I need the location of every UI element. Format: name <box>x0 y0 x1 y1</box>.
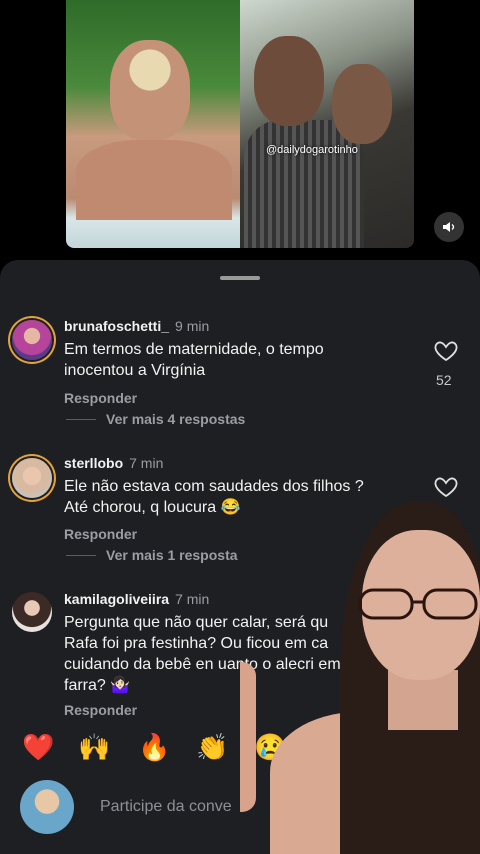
heart-icon[interactable] <box>434 340 458 362</box>
reaction-heart[interactable]: ❤️ <box>22 730 54 764</box>
creator-camera-overlay <box>240 492 480 854</box>
reply-button[interactable]: Responder <box>64 390 137 406</box>
glasses-shape <box>358 588 478 620</box>
comment-username[interactable]: bruna​foschetti_ 9 min <box>64 318 209 334</box>
reaction-fire[interactable]: 🔥 <box>138 730 170 764</box>
comment-input[interactable]: Participe da conve <box>100 798 232 816</box>
video-frame-right <box>240 0 414 248</box>
comment-username[interactable]: kamilagoliveiira 7 min <box>64 591 209 607</box>
reply-button[interactable]: Responder <box>64 702 137 718</box>
reply-button[interactable]: Responder <box>64 526 137 542</box>
comment-text: Em termos de maternidade, o tempo inocen… <box>64 341 324 379</box>
sheet-grabber[interactable] <box>220 276 260 280</box>
reaction-raised-hands[interactable]: 🙌 <box>78 730 110 764</box>
sound-toggle-button[interactable] <box>434 212 464 242</box>
commenter-avatar[interactable] <box>12 320 52 360</box>
view-replies-button[interactable]: Ver mais 4 respostas <box>65 411 245 427</box>
comment-username[interactable]: sterllobo 7 min <box>64 455 163 471</box>
commenter-avatar[interactable] <box>12 592 52 632</box>
commenter-avatar[interactable] <box>12 458 52 498</box>
reaction-clap[interactable]: 👏 <box>196 730 228 764</box>
video-watermark: @dailydogarotinho <box>266 144 358 156</box>
video-player[interactable]: @dailydogarotinho <box>0 0 480 260</box>
view-replies-button[interactable]: Ver mais 1 resposta <box>66 547 238 563</box>
like-count: 52 <box>436 372 452 388</box>
video-frame-left <box>66 0 240 248</box>
current-user-avatar <box>20 780 74 834</box>
speaker-icon <box>443 222 455 232</box>
